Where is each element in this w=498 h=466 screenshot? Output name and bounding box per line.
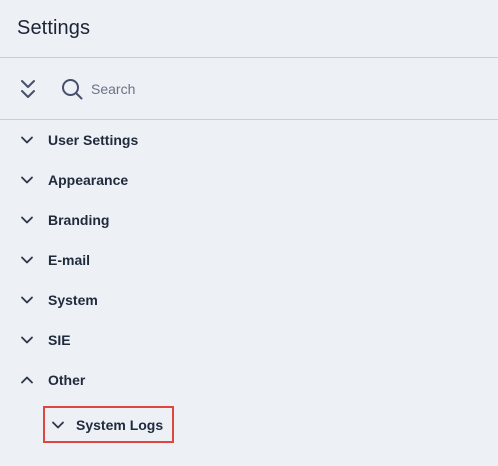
settings-tree: User Settings Appearance Branding E-mail… [0, 120, 498, 400]
tree-item-system[interactable]: System [0, 280, 498, 320]
tree-item-label: Appearance [48, 172, 129, 188]
tree-item-user-settings[interactable]: User Settings [0, 120, 498, 160]
tree-item-email[interactable]: E-mail [0, 240, 498, 280]
tree-item-label: System [48, 292, 98, 308]
tree-item-branding[interactable]: Branding [0, 200, 498, 240]
double-chevron-down-icon [21, 80, 35, 98]
chevron-down-icon [21, 296, 33, 304]
chevron-down-icon [21, 336, 33, 344]
settings-toolbar [0, 59, 498, 120]
tree-item-label: System Logs [76, 417, 164, 433]
chevron-down-icon [21, 136, 33, 144]
tree-item-label: Other [48, 372, 86, 388]
tree-item-label: SIE [48, 332, 71, 348]
chevron-down-icon [21, 176, 33, 184]
search-icon [62, 79, 83, 100]
search-input[interactable] [91, 77, 341, 101]
chevron-down-icon [52, 421, 64, 429]
chevron-down-icon [21, 216, 33, 224]
page-title: Settings [17, 17, 91, 39]
tree-item-appearance[interactable]: Appearance [0, 160, 498, 200]
tree-item-label: Branding [48, 212, 110, 228]
tree-item-sie[interactable]: SIE [0, 320, 498, 360]
collapse-all-button[interactable] [16, 77, 40, 101]
chevron-up-icon [21, 376, 33, 384]
tree-item-label: User Settings [48, 132, 139, 148]
search-box[interactable] [58, 75, 358, 103]
tree-item-label: E-mail [48, 252, 91, 268]
chevron-down-icon [21, 256, 33, 264]
tree-item-other[interactable]: Other [0, 360, 498, 400]
tree-item-system-logs[interactable]: System Logs [43, 406, 174, 443]
settings-header: Settings [0, 0, 498, 58]
